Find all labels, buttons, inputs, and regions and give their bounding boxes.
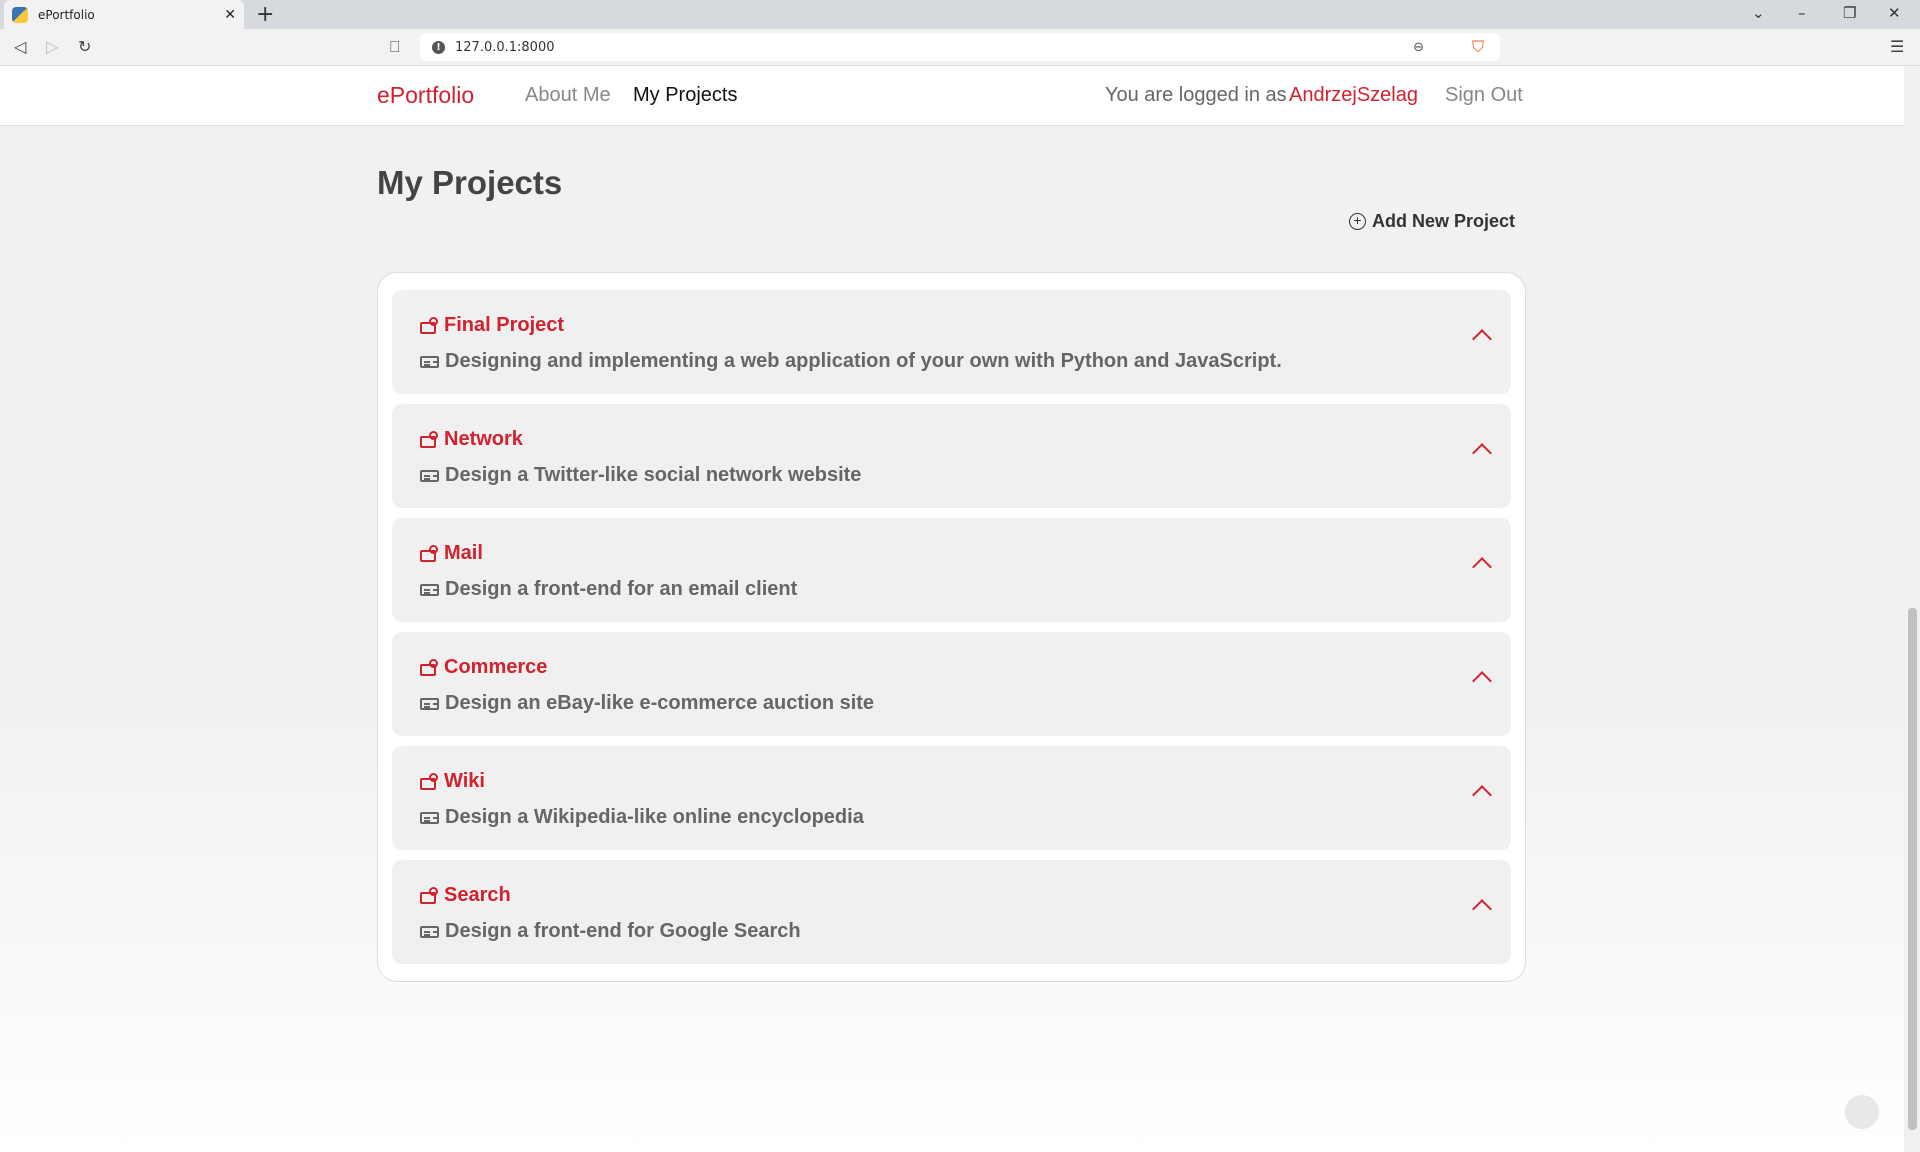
project-icon xyxy=(420,658,438,677)
logged-in-label: You are logged in as xyxy=(1105,84,1287,106)
chevron-up-icon[interactable] xyxy=(1472,899,1492,919)
page-title: My Projects xyxy=(377,164,563,201)
project-item[interactable]: Search Design a front-end for Google Sea… xyxy=(392,860,1511,964)
new-tab-icon[interactable]: + xyxy=(256,2,274,27)
project-description-text: Design a front-end for an email client xyxy=(445,578,798,600)
project-icon xyxy=(420,430,438,449)
chevron-up-icon[interactable] xyxy=(1472,557,1492,577)
scrollbar-thumb[interactable] xyxy=(1908,608,1917,1130)
card-text-icon xyxy=(420,697,439,710)
brand-link[interactable]: ePortfolio xyxy=(377,82,474,109)
project-title: Network xyxy=(420,428,523,451)
menu-icon[interactable]: ☰ xyxy=(1890,37,1904,56)
project-item[interactable]: Final Project Designing and implementing… xyxy=(392,290,1511,394)
info-icon[interactable]: ! xyxy=(432,40,445,54)
project-title-text: Search xyxy=(444,884,511,906)
back-icon[interactable]: ◁ xyxy=(14,37,26,56)
forward-icon[interactable]: ▷ xyxy=(46,37,58,56)
chevron-up-icon[interactable] xyxy=(1472,443,1492,463)
address-bar[interactable]: ! 127.0.0.1:8000 ⊖ xyxy=(420,33,1500,61)
chevron-up-icon[interactable] xyxy=(1472,785,1492,805)
project-description-text: Design an eBay-like e-commerce auction s… xyxy=(445,692,875,714)
scrollbar[interactable] xyxy=(1904,66,1920,1152)
project-description: Designing and implementing a web applica… xyxy=(420,350,1282,373)
project-title-text: Wiki xyxy=(444,770,485,792)
project-icon xyxy=(420,886,438,905)
project-item[interactable]: Wiki Design a Wikipedia-like online ency… xyxy=(392,746,1511,850)
zoom-icon[interactable]: ⊖ xyxy=(1413,40,1424,55)
project-description-text: Design a front-end for Google Search xyxy=(445,920,801,942)
minimize-icon[interactable]: – xyxy=(1798,4,1806,22)
project-icon xyxy=(420,316,438,335)
project-item[interactable]: Commerce Design an eBay-like e-commerce … xyxy=(392,632,1511,736)
card-text-icon xyxy=(420,469,439,482)
card-text-icon xyxy=(420,925,439,938)
navbar: ePortfolio About Me My Projects You are … xyxy=(0,66,1904,126)
project-item[interactable]: Network Design a Twitter-like social net… xyxy=(392,404,1511,508)
card-text-icon xyxy=(420,811,439,824)
card-text-icon xyxy=(420,355,439,368)
username-link[interactable]: AndrzejSzelag xyxy=(1289,84,1418,107)
project-description-text: Design a Wikipedia-like online encyclope… xyxy=(445,806,864,828)
project-description: Design a front-end for Google Search xyxy=(420,920,801,943)
project-title: Mail xyxy=(420,542,483,565)
chevron-up-icon[interactable] xyxy=(1472,329,1492,349)
add-new-project-label: Add New Project xyxy=(1371,211,1515,231)
close-tab-icon[interactable]: ✕ xyxy=(224,7,236,23)
project-description: Design a Wikipedia-like online encyclope… xyxy=(420,806,864,829)
add-new-project-button[interactable]: + Add New Project xyxy=(1348,211,1515,232)
project-title-text: Commerce xyxy=(444,656,548,678)
project-icon xyxy=(420,544,438,563)
bookmark-icon[interactable]: ⎕ xyxy=(390,37,400,57)
brave-shield-icon[interactable]: ⛉ xyxy=(1472,37,1484,57)
project-title: Search xyxy=(420,884,511,907)
browser-toolbar: ◁ ▷ ↻ ⎕ ! 127.0.0.1:8000 ⊖ ⛉ ☰ xyxy=(0,29,1920,66)
project-title-text: Mail xyxy=(444,542,483,564)
browser-tab-bar: ePortfolio ✕ + ⌄ – ❐ ✕ xyxy=(0,0,1920,29)
project-icon xyxy=(420,772,438,791)
chevron-up-icon[interactable] xyxy=(1472,671,1492,691)
page: ePortfolio About Me My Projects You are … xyxy=(0,66,1904,1152)
project-title-text: Network xyxy=(444,428,523,450)
nav-my-projects[interactable]: My Projects xyxy=(633,84,737,107)
project-description-text: Designing and implementing a web applica… xyxy=(445,350,1282,372)
python-favicon-icon xyxy=(12,6,28,23)
url-text: 127.0.0.1:8000 xyxy=(455,39,555,55)
tab-search-icon[interactable]: ⌄ xyxy=(1752,4,1765,22)
sign-out-link[interactable]: Sign Out xyxy=(1445,84,1523,107)
project-description: Design a front-end for an email client xyxy=(420,578,797,601)
project-title: Commerce xyxy=(420,656,547,679)
tab-title: ePortfolio xyxy=(38,7,95,22)
project-item[interactable]: Mail Design a front-end for an email cli… xyxy=(392,518,1511,622)
project-title-text: Final Project xyxy=(444,314,565,336)
restore-icon[interactable]: ❐ xyxy=(1843,4,1856,22)
projects-accordion: Final Project Designing and implementing… xyxy=(377,272,1526,982)
nav-about-me[interactable]: About Me xyxy=(525,84,611,107)
project-description: Design a Twitter-like social network web… xyxy=(420,464,861,487)
close-window-icon[interactable]: ✕ xyxy=(1888,4,1901,22)
project-description: Design an eBay-like e-commerce auction s… xyxy=(420,692,874,715)
project-description-text: Design a Twitter-like social network web… xyxy=(445,464,862,486)
scroll-to-top-button[interactable] xyxy=(1845,1095,1879,1129)
project-title: Final Project xyxy=(420,314,564,337)
plus-circle-icon: + xyxy=(1348,213,1366,230)
reload-icon[interactable]: ↻ xyxy=(78,37,91,56)
project-title: Wiki xyxy=(420,770,485,793)
browser-tab[interactable]: ePortfolio ✕ xyxy=(4,0,244,29)
card-text-icon xyxy=(420,583,439,596)
